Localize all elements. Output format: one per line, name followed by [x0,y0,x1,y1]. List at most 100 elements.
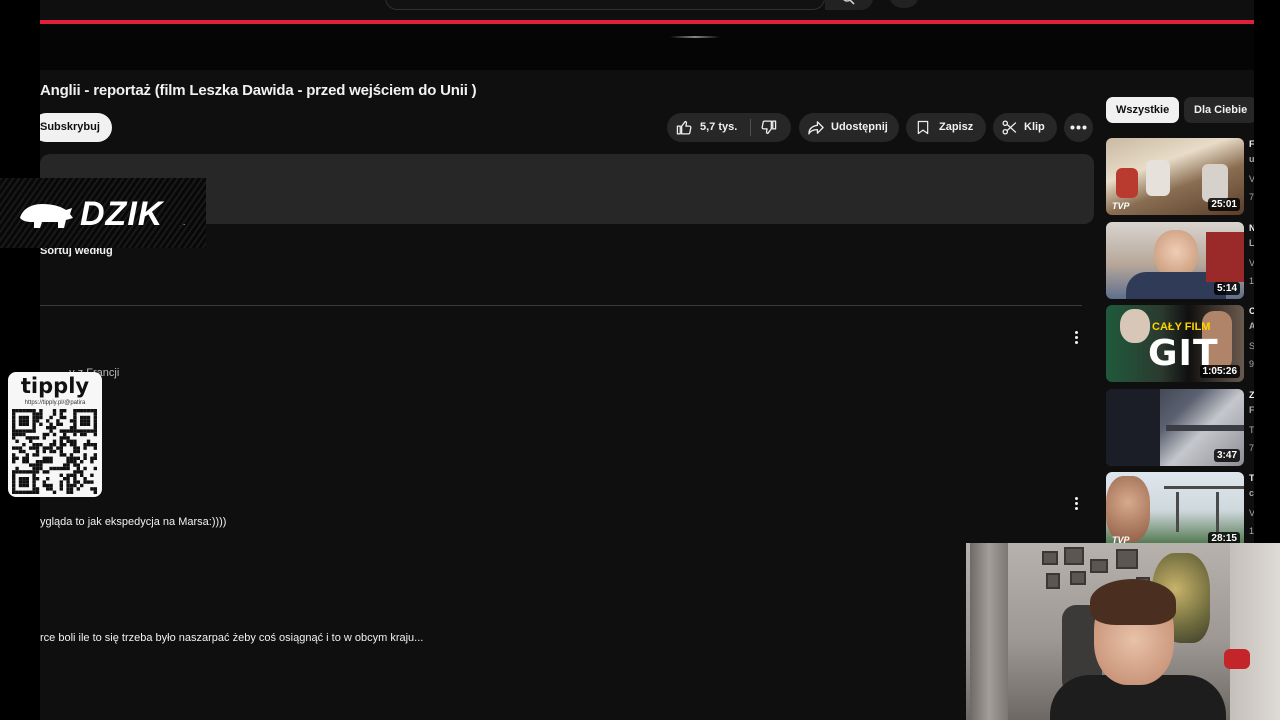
share-button[interactable]: Udostępnij [799,113,899,142]
recommendation-thumbnail[interactable]: TVP 25:01 [1106,138,1244,215]
qr-module [32,480,36,484]
qr-module [12,483,16,488]
qr-module [80,422,84,426]
search-input[interactable] [385,0,825,10]
qr-module [15,490,19,494]
qr-module [83,409,87,413]
qr-module [32,426,36,430]
qr-module [73,412,77,416]
qr-module [18,419,23,423]
qr-module [29,429,33,433]
thumb-figure [1106,389,1160,466]
video-player[interactable] [40,24,1254,70]
like-count: 5,7 tys. [700,121,738,133]
qr-module [39,422,43,426]
microphone-icon[interactable] [890,0,918,8]
qr-module [69,456,74,460]
qr-module [86,429,91,433]
more-actions-button[interactable] [1064,113,1093,142]
thumb-figure [1206,232,1244,282]
qr-module [39,466,43,471]
subscribe-button[interactable]: Subskrybuj [40,113,112,142]
thumb-figure [1202,164,1228,202]
qr-module [66,436,70,440]
save-button[interactable]: Zapisz [906,113,986,142]
qr-module [49,422,53,426]
qr-module [49,487,53,491]
qr-module [66,429,70,433]
clip-button[interactable]: Klip [993,113,1057,142]
qr-module [83,453,87,457]
qr-module [73,477,77,481]
recommendation-thumbnail[interactable]: 3:47 [1106,389,1244,466]
chip-for-you[interactable]: Dla Ciebie [1184,97,1254,123]
qr-module [52,426,57,430]
qr-module [35,443,40,447]
qr-module [86,480,91,484]
qr-module [66,439,70,443]
dzik-mark: . [183,218,186,227]
recommendation-meta-clipped[interactable]: F u V 7 [1248,138,1254,218]
comment-menu-button[interactable] [1070,495,1084,513]
qr-module [73,432,77,437]
search-button[interactable] [825,0,873,10]
qr-module [12,460,16,464]
qr-module [18,409,23,413]
qr-module [83,456,87,460]
qr-module [66,480,70,484]
chip-all[interactable]: Wszystkie [1106,97,1180,123]
qr-module [42,436,46,440]
qr-module [93,487,97,491]
qr-module [90,409,94,413]
recommendation-thumbnail[interactable]: 5:14 [1106,222,1244,299]
webcam-frame [1042,551,1058,565]
qr-module [29,436,33,440]
qr-module [29,490,33,494]
qr-module [59,446,63,450]
qr-module [93,446,97,450]
qr-module [52,409,57,413]
qr-module [83,480,87,484]
qr-module [83,477,87,481]
qr-module [35,412,40,416]
qr-module [52,439,57,443]
thumb-figure [1176,492,1179,532]
qr-module [93,466,97,471]
qr-module [86,415,91,420]
qr-module [93,456,97,460]
qr-module [69,426,74,430]
like-dislike-group: 5,7 tys. [667,113,791,142]
qr-module [76,463,80,467]
thumbs-down-icon[interactable] [760,119,777,136]
qr-module [83,432,87,437]
qr-module [76,446,80,450]
recommendation-meta-clipped[interactable]: N L V 1 [1248,222,1254,302]
qr-module [32,473,36,477]
recommendation-meta-clipped[interactable]: C A S 9 [1248,305,1254,385]
qr-module [18,432,23,437]
recommendation-meta-clipped[interactable]: T c V 1 [1248,472,1254,542]
recommendation-thumbnail[interactable]: TVP 28:15 [1106,472,1244,549]
qr-module [32,453,36,457]
qr-module [22,429,26,433]
qr-module [69,487,74,491]
qr-module [76,480,80,484]
qr-module [32,466,36,471]
comment-menu-button[interactable] [1070,329,1084,347]
qr-module [22,490,26,494]
recommendation-thumbnail[interactable]: CAŁY FILM GIT 1:05:26 [1106,305,1244,382]
webcam-frame [1064,547,1084,565]
qr-module [83,446,87,450]
recommendation-meta-clipped[interactable]: Z F T 7 [1248,389,1254,469]
thumb-figure [1146,160,1170,196]
meta-char: 9 [1249,359,1254,369]
qr-module [69,490,74,494]
meta-char: F [1249,139,1254,149]
qr-module [32,415,36,420]
qr-module [80,419,84,423]
qr-module [39,463,43,467]
qr-module [46,460,50,464]
qr-module [73,409,77,413]
meta-char: u [1249,154,1254,164]
qr-module [59,443,63,447]
